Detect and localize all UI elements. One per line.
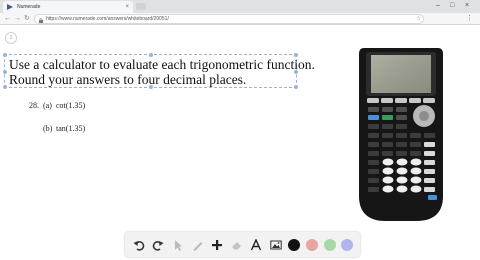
undo-icon[interactable] (132, 238, 146, 252)
prompt-line-2: Round your answers to four decimal place… (9, 72, 247, 87)
url-text: https://www.numerade.com/answers/whitebo… (46, 16, 169, 22)
back-icon[interactable]: ← (4, 14, 11, 24)
prompt-line-1: Use a calculator to evaluate each trigon… (9, 57, 315, 72)
color-swatch-blue[interactable] (341, 238, 354, 251)
url-input[interactable]: https://www.numerade.com/answers/whitebo… (34, 14, 424, 24)
resize-handle[interactable] (3, 85, 7, 89)
part-a-label: (a) (43, 101, 52, 110)
reload-icon[interactable]: ↻ (24, 14, 30, 24)
part-b-expression: tan(1.35) (56, 124, 86, 133)
resize-handle[interactable] (3, 70, 7, 74)
maximize-icon[interactable]: □ (450, 1, 454, 10)
add-icon[interactable] (210, 238, 224, 252)
tab-close-icon[interactable]: × (125, 4, 129, 10)
forward-icon[interactable]: → (14, 14, 21, 24)
bookmark-star-icon[interactable]: ☆ (416, 15, 421, 22)
color-swatch-green[interactable] (323, 238, 336, 251)
page-number-badge[interactable]: 1 (5, 32, 17, 44)
pen-icon[interactable] (191, 238, 205, 252)
browser-tab[interactable]: Numerade × (3, 1, 133, 13)
minimize-icon[interactable]: – (436, 1, 440, 10)
problem-number: 28. (29, 101, 39, 110)
text-icon[interactable] (249, 238, 263, 252)
browser-menu-icon[interactable]: ⋮ (466, 14, 473, 22)
browser-tab-bar: Numerade × – □ × (0, 0, 480, 13)
color-swatch-black[interactable] (288, 238, 301, 251)
prompt-text-box[interactable]: Use a calculator to evaluate each trigon… (3, 53, 315, 89)
numerade-favicon-icon (7, 4, 13, 10)
pointer-icon[interactable] (171, 238, 185, 252)
color-swatch-red[interactable] (305, 238, 318, 251)
new-tab-button[interactable] (136, 3, 146, 10)
lock-icon (39, 10, 43, 28)
eraser-icon[interactable] (230, 238, 244, 252)
redo-icon[interactable] (151, 238, 165, 252)
resize-handle[interactable] (294, 85, 298, 89)
tab-title: Numerade (17, 4, 41, 10)
whiteboard-toolbar (125, 232, 360, 257)
graphing-calculator-image (359, 48, 443, 221)
image-icon[interactable] (269, 238, 283, 252)
part-a-expression: cot(1.35) (56, 101, 86, 110)
window-close-icon[interactable]: × (465, 1, 469, 10)
address-bar-row: ← → ↻ https://www.numerade.com/answers/w… (0, 13, 480, 25)
part-b-label: (b) (43, 124, 53, 133)
resize-handle[interactable] (3, 53, 7, 57)
